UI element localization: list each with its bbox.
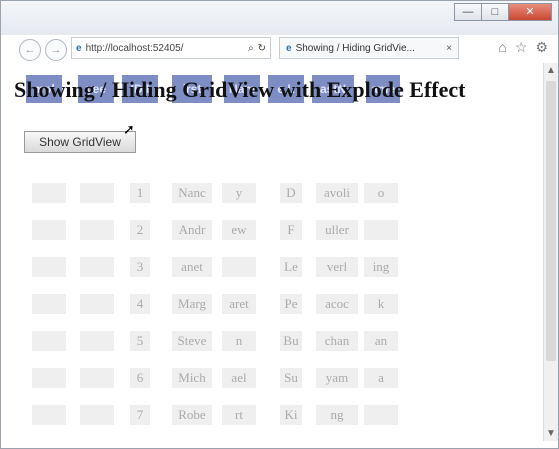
grid-cell: Steve xyxy=(172,331,212,351)
grid-cell xyxy=(80,331,114,351)
browser-toolbar: ⌂ ☆ ⚙ xyxy=(498,39,548,56)
grid-cell: rt xyxy=(222,405,256,425)
grid-cell: Bu xyxy=(280,331,302,351)
grid-cell: 2 xyxy=(130,220,150,240)
grid-cell xyxy=(80,183,114,203)
grid-cell: Robe xyxy=(172,405,212,425)
grid-cell: ael xyxy=(222,368,256,388)
grid-cell: Le xyxy=(280,257,302,277)
grid-cell xyxy=(32,183,66,203)
grid-cell: y xyxy=(222,183,256,203)
show-gridview-button[interactable]: Show GridView xyxy=(24,131,136,153)
grid-cell: Andr xyxy=(172,220,212,240)
browser-tab[interactable]: e Showing / Hiding GridVie... × xyxy=(279,37,459,59)
grid-cell: verl xyxy=(316,257,358,277)
grid-cell: Ki xyxy=(280,405,302,425)
grid-cell xyxy=(32,220,66,240)
grid-cell: Pe xyxy=(280,294,302,314)
minimize-button[interactable]: — xyxy=(454,3,482,21)
address-url: http://localhost:52405/ xyxy=(85,42,184,54)
grid-cell: anet xyxy=(172,257,212,277)
grid-cell: acoc xyxy=(316,294,358,314)
vertical-scrollbar[interactable]: ▲ ▼ xyxy=(543,63,558,441)
scroll-down-icon[interactable]: ▼ xyxy=(544,428,558,439)
back-button[interactable]: ← xyxy=(19,39,41,61)
search-icon[interactable]: ⌕ xyxy=(248,43,254,54)
grid-cell xyxy=(80,405,114,425)
navigation-buttons: ← → xyxy=(19,39,67,61)
grid-cell: 1 xyxy=(130,183,150,203)
ie-icon: e xyxy=(76,42,82,54)
grid-cell: D xyxy=(280,183,302,203)
grid-cell: 3 xyxy=(130,257,150,277)
grid-cell: 6 xyxy=(130,368,150,388)
forward-button[interactable]: → xyxy=(45,39,67,61)
maximize-button[interactable]: □ xyxy=(481,3,509,21)
refresh-icon[interactable]: ↻ xyxy=(258,43,266,54)
grid-cell xyxy=(222,257,256,277)
browser-window: — □ ✕ ← → e http://localhost:52405/ ⌕ ↻ … xyxy=(0,0,559,449)
settings-gear-icon[interactable]: ⚙ xyxy=(535,39,548,56)
grid-cell xyxy=(32,294,66,314)
grid-cell xyxy=(364,220,398,240)
grid-cell xyxy=(80,368,114,388)
grid-cell: yam xyxy=(316,368,358,388)
grid-cell: Mich xyxy=(172,368,212,388)
grid-cell xyxy=(80,294,114,314)
grid-cell xyxy=(32,257,66,277)
grid-cell: aret xyxy=(222,294,256,314)
grid-cell: a xyxy=(364,368,398,388)
tab-title: Showing / Hiding GridVie... xyxy=(295,42,415,54)
grid-cell: Su xyxy=(280,368,302,388)
title-bar: — □ ✕ xyxy=(1,1,558,35)
grid-cell: 7 xyxy=(130,405,150,425)
grid-cell xyxy=(32,405,66,425)
mouse-cursor-icon: ➚ xyxy=(123,121,135,137)
grid-cell: an xyxy=(364,331,398,351)
grid-cell xyxy=(32,331,66,351)
scroll-up-icon[interactable]: ▲ xyxy=(544,65,558,76)
grid-cell xyxy=(364,405,398,425)
grid-cell xyxy=(80,220,114,240)
scroll-thumb[interactable] xyxy=(546,81,556,361)
grid-cell: ng xyxy=(316,405,358,425)
grid-cell: avoli xyxy=(316,183,358,203)
grid-cell xyxy=(32,368,66,388)
grid-cell: chan xyxy=(316,331,358,351)
back-arrow-icon: ← xyxy=(24,44,36,56)
page-content: Showing / Hiding GridView with Explode E… xyxy=(2,63,545,441)
page-title: Showing / Hiding GridView with Explode E… xyxy=(14,77,466,102)
home-icon[interactable]: ⌂ xyxy=(498,39,506,56)
grid-cell: uller xyxy=(316,220,358,240)
grid-cell: 5 xyxy=(130,331,150,351)
grid-cell: Nanc xyxy=(172,183,212,203)
close-button[interactable]: ✕ xyxy=(508,3,552,21)
favorites-star-icon[interactable]: ☆ xyxy=(515,39,528,56)
forward-arrow-icon: → xyxy=(50,44,62,56)
grid-cell xyxy=(80,257,114,277)
grid-cell: n xyxy=(222,331,256,351)
grid-cell: 4 xyxy=(130,294,150,314)
grid-cell: ew xyxy=(222,220,256,240)
tab-close-icon[interactable]: × xyxy=(446,43,452,54)
grid-cell: k xyxy=(364,294,398,314)
window-controls: — □ ✕ xyxy=(454,3,552,21)
address-bar[interactable]: e http://localhost:52405/ ⌕ ↻ xyxy=(71,37,271,59)
grid-cell: ing xyxy=(364,257,398,277)
grid-cell: F xyxy=(280,220,302,240)
grid-cell: o xyxy=(364,183,398,203)
tab-ie-icon: e xyxy=(286,42,292,54)
grid-cell: Marg xyxy=(172,294,212,314)
